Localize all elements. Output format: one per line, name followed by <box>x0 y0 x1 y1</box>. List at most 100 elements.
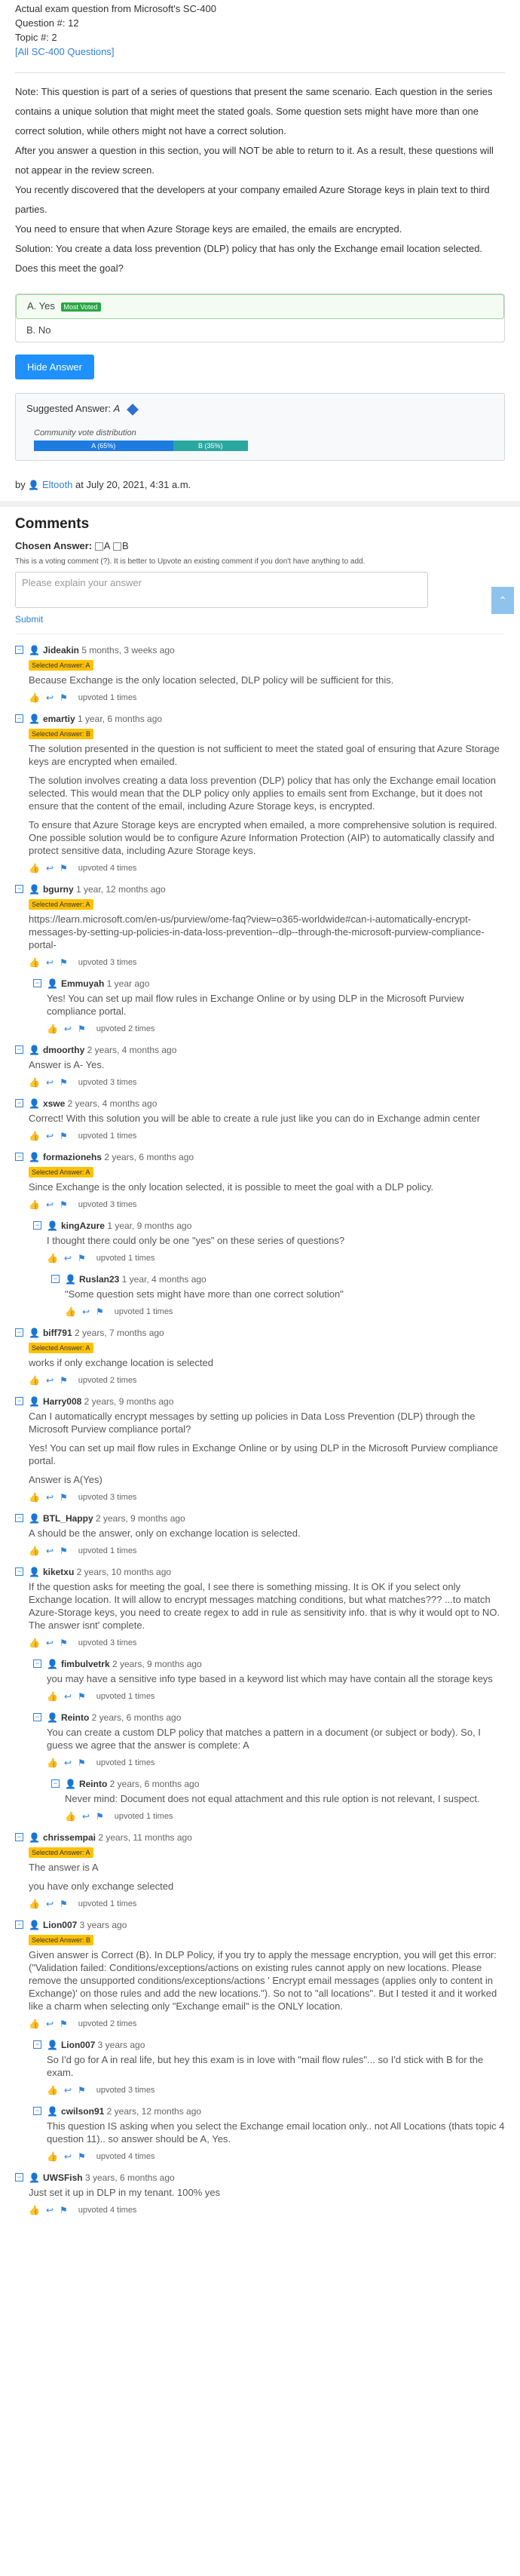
flag-icon[interactable]: ⚑ <box>78 1691 86 1702</box>
reply-icon[interactable]: ↩ <box>64 2085 72 2095</box>
upvote-icon[interactable]: 👍 <box>29 2205 40 2215</box>
collapse-toggle-icon[interactable]: − <box>33 2106 41 2115</box>
checkbox-a[interactable] <box>94 542 103 551</box>
upvote-icon[interactable]: 👍 <box>65 1306 76 1317</box>
reply-icon[interactable]: ↩ <box>82 1306 90 1317</box>
collapse-toggle-icon[interactable]: − <box>33 2040 41 2049</box>
flag-icon[interactable]: ⚑ <box>78 1024 86 1034</box>
upvote-icon[interactable]: 👍 <box>29 1899 40 1909</box>
reply-icon[interactable]: ↩ <box>64 1691 72 1702</box>
reply-icon[interactable]: ↩ <box>46 2205 54 2215</box>
upvote-icon[interactable]: 👍 <box>29 1546 40 1556</box>
upvote-icon[interactable]: 👍 <box>47 2151 58 2162</box>
collapse-toggle-icon[interactable]: − <box>15 2172 23 2181</box>
comment-user[interactable]: kingAzure <box>61 1220 105 1231</box>
comment-user[interactable]: UWSFish <box>43 2172 83 2183</box>
collapse-toggle-icon[interactable]: − <box>15 1152 23 1161</box>
flag-icon[interactable]: ⚑ <box>60 1546 68 1556</box>
upvote-icon[interactable]: 👍 <box>29 1077 40 1088</box>
flag-icon[interactable]: ⚑ <box>78 1253 86 1263</box>
flag-icon[interactable]: ⚑ <box>60 1375 68 1386</box>
choice-b[interactable]: B. No <box>16 319 504 342</box>
upvote-icon[interactable]: 👍 <box>65 1811 76 1822</box>
flag-icon[interactable]: ⚑ <box>60 1077 68 1088</box>
collapse-toggle-icon[interactable]: − <box>15 1920 23 1929</box>
collapse-toggle-icon[interactable]: − <box>33 1220 41 1230</box>
collapse-toggle-icon[interactable]: − <box>15 1045 23 1054</box>
comment-user[interactable]: Reinto <box>61 1712 89 1723</box>
reply-icon[interactable]: ↩ <box>46 1199 54 1210</box>
comment-user[interactable]: formazionehs <box>43 1152 102 1162</box>
comment-user[interactable]: BTL_Happy <box>43 1513 93 1524</box>
reply-icon[interactable]: ↩ <box>82 1811 90 1822</box>
upvote-icon[interactable]: 👍 <box>29 1375 40 1386</box>
upvote-icon[interactable]: 👍 <box>47 1758 58 1768</box>
comment-user[interactable]: Lion007 <box>43 1920 77 1930</box>
collapse-toggle-icon[interactable]: − <box>15 714 23 723</box>
flag-icon[interactable]: ⚑ <box>96 1811 104 1822</box>
comment-user[interactable]: dmoorthy <box>43 1045 84 1055</box>
reply-icon[interactable]: ↩ <box>64 1758 72 1768</box>
submit-button[interactable]: Submit <box>15 614 505 625</box>
collapse-toggle-icon[interactable]: − <box>33 1659 41 1668</box>
flag-icon[interactable]: ⚑ <box>78 2151 86 2162</box>
comment-user[interactable]: Reinto <box>79 1779 107 1789</box>
upvote-icon[interactable]: 👍 <box>47 1024 58 1034</box>
comment-user[interactable]: chrissempai <box>43 1832 96 1843</box>
comment-user[interactable]: Jideakin <box>43 645 79 656</box>
flag-icon[interactable]: ⚑ <box>78 1758 86 1768</box>
reply-icon[interactable]: ↩ <box>46 1131 54 1141</box>
collapse-toggle-icon[interactable]: − <box>15 1832 23 1841</box>
collapse-toggle-icon[interactable]: − <box>33 1712 41 1721</box>
reply-icon[interactable]: ↩ <box>46 2019 54 2029</box>
collapse-toggle-icon[interactable]: − <box>15 1328 23 1337</box>
upvote-icon[interactable]: 👍 <box>29 1199 40 1210</box>
reply-icon[interactable]: ↩ <box>46 1077 54 1088</box>
checkbox-b[interactable] <box>113 542 122 551</box>
flag-icon[interactable]: ⚑ <box>60 1899 68 1909</box>
reply-icon[interactable]: ↩ <box>46 692 54 703</box>
flag-icon[interactable]: ⚑ <box>60 863 68 874</box>
reply-icon[interactable]: ↩ <box>46 1375 54 1386</box>
flag-icon[interactable]: ⚑ <box>60 1492 68 1503</box>
collapse-toggle-icon[interactable]: − <box>15 1567 23 1576</box>
flag-icon[interactable]: ⚑ <box>60 2205 68 2215</box>
reply-icon[interactable]: ↩ <box>64 1253 72 1263</box>
comment-user[interactable]: bgurny <box>43 884 74 895</box>
comment-user[interactable]: Ruslan23 <box>79 1274 119 1285</box>
reply-icon[interactable]: ↩ <box>46 957 54 968</box>
reply-icon[interactable]: ↩ <box>64 1024 72 1034</box>
reply-icon[interactable]: ↩ <box>46 863 54 874</box>
flag-icon[interactable]: ⚑ <box>60 1638 68 1648</box>
collapse-toggle-icon[interactable]: − <box>15 1396 23 1405</box>
comment-user[interactable]: Lion007 <box>61 2040 95 2050</box>
collapse-toggle-icon[interactable]: − <box>15 1098 23 1107</box>
flag-icon[interactable]: ⚑ <box>60 1199 68 1210</box>
scroll-top-button[interactable]: ⌃ <box>491 587 514 614</box>
comment-user[interactable]: Harry008 <box>43 1396 81 1407</box>
reply-icon[interactable]: ↩ <box>46 1638 54 1648</box>
comment-user[interactable]: emartiy <box>43 714 75 724</box>
comment-user[interactable]: cwilson91 <box>61 2106 104 2117</box>
hide-answer-button[interactable]: Hide Answer <box>15 355 94 379</box>
collapse-toggle-icon[interactable]: − <box>51 1779 60 1788</box>
flag-icon[interactable]: ⚑ <box>78 2085 86 2095</box>
upvote-icon[interactable]: 👍 <box>29 692 40 703</box>
comment-user[interactable]: Emmuyah <box>61 978 104 989</box>
all-questions-link[interactable]: [All SC-400 Questions] <box>15 46 115 57</box>
upvote-icon[interactable]: 👍 <box>29 957 40 968</box>
upvote-icon[interactable]: 👍 <box>29 1638 40 1648</box>
comment-user[interactable]: xswe <box>43 1098 65 1109</box>
flag-icon[interactable]: ⚑ <box>60 1131 68 1141</box>
upvote-icon[interactable]: 👍 <box>29 1492 40 1503</box>
comment-user[interactable]: biff791 <box>43 1328 72 1338</box>
collapse-toggle-icon[interactable]: − <box>15 645 23 654</box>
explain-input[interactable]: Please explain your answer <box>15 571 428 608</box>
collapse-toggle-icon[interactable]: − <box>51 1274 60 1283</box>
reply-icon[interactable]: ↩ <box>64 2151 72 2162</box>
flag-icon[interactable]: ⚑ <box>60 692 68 703</box>
choice-a[interactable]: A. Yes Most Voted <box>16 294 504 319</box>
collapse-toggle-icon[interactable]: − <box>33 978 41 987</box>
upvote-icon[interactable]: 👍 <box>29 2019 40 2029</box>
reply-icon[interactable]: ↩ <box>46 1546 54 1556</box>
